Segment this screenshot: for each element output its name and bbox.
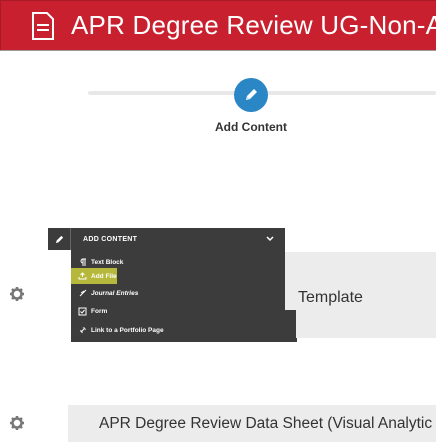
menu-item-form[interactable]: Form	[71, 303, 107, 319]
add-content-step-label: Add Content	[215, 120, 287, 134]
menu-item-add-file[interactable]: Add File	[71, 268, 117, 284]
header-divider	[0, 50, 436, 51]
chevron-down-icon	[266, 236, 274, 242]
data-sheet-title: APR Degree Review Data Sheet (Visual Ana…	[99, 414, 433, 432]
gear-icon[interactable]	[9, 286, 25, 302]
add-content-dropdown-label: ADD CONTENT	[83, 235, 138, 243]
page-header: APR Degree Review UG-Non-Ac	[0, 0, 436, 50]
quill-icon	[78, 289, 87, 298]
menu-item-link-portfolio-page[interactable]: Link to a Portfolio Page	[71, 322, 164, 338]
menu-item-journal-entries[interactable]: Journal Entries	[71, 285, 138, 301]
file-upload-icon	[78, 272, 87, 281]
paragraph-icon	[78, 258, 87, 267]
add-content-step-button[interactable]	[234, 78, 268, 112]
gear-icon[interactable]	[9, 415, 25, 431]
document-icon	[32, 11, 54, 40]
link-icon	[78, 326, 87, 335]
checkbox-icon	[78, 307, 87, 316]
pencil-icon	[55, 235, 63, 243]
template-label: Template	[298, 289, 363, 306]
page-title: APR Degree Review UG-Non-Ac	[71, 10, 436, 40]
data-sheet-row[interactable]: APR Degree Review Data Sheet (Visual Ana…	[68, 405, 436, 442]
pencil-icon	[246, 89, 257, 100]
edit-button[interactable]	[48, 228, 70, 250]
add-content-dropdown[interactable]: ADD CONTENT	[71, 228, 285, 250]
